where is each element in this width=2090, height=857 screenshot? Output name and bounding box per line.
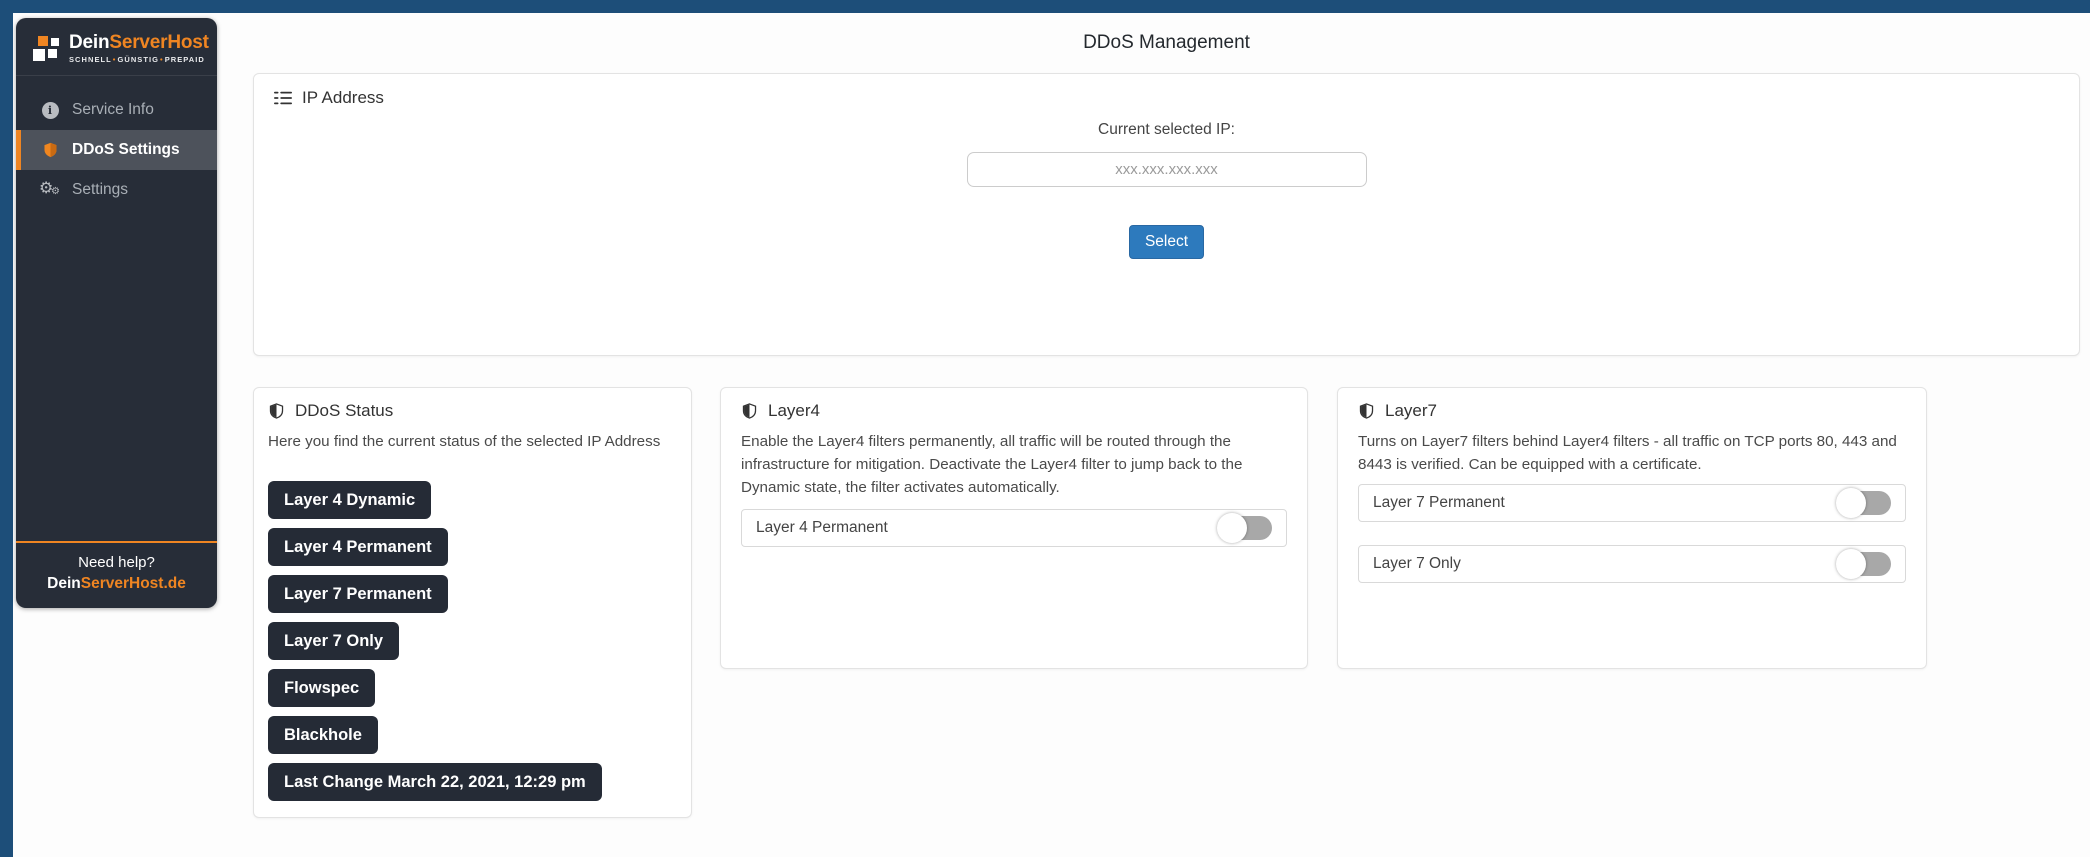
layer7-permanent-toggle[interactable]	[1839, 491, 1891, 515]
help-box: Need help? DeinServerHost.de	[16, 541, 217, 608]
layer4-permanent-row: Layer 4 Permanent	[741, 509, 1287, 547]
status-badge-layer7-permanent: Layer 7 Permanent	[268, 575, 448, 613]
toggle-knob	[1836, 488, 1866, 518]
status-badge-flowspec: Flowspec	[268, 669, 375, 707]
layer4-card-title: Layer4	[768, 401, 820, 421]
brand-name: DeinServerHost	[69, 32, 209, 53]
layer4-card: Layer4 Enable the Layer4 filters permane…	[720, 387, 1308, 669]
select-button[interactable]: Select	[1129, 225, 1204, 259]
list-icon	[274, 89, 292, 107]
sidebar-item-label: Settings	[72, 181, 128, 199]
status-badge-layer4-permanent: Layer 4 Permanent	[268, 528, 448, 566]
status-badge-layer7-only: Layer 7 Only	[268, 622, 399, 660]
sidebar-item-label: DDoS Settings	[72, 141, 180, 159]
layer4-card-header: Layer4	[741, 401, 1287, 421]
sidebar-item-settings[interactable]: ⚙⚙ Settings	[16, 170, 217, 210]
status-card-header: DDoS Status	[268, 401, 677, 421]
info-circle-icon: i	[39, 102, 61, 119]
gears-icon: ⚙⚙	[39, 180, 61, 200]
layer7-card: Layer7 Turns on Layer7 filters behind La…	[1337, 387, 1927, 669]
layer4-card-description: Enable the Layer4 filters permanently, a…	[741, 430, 1287, 499]
ip-card-body: Current selected IP: Select	[274, 108, 2059, 259]
sidebar-item-service-info[interactable]: i Service Info	[16, 90, 217, 130]
ip-address-input[interactable]	[967, 152, 1367, 187]
toggle-label: Layer 7 Only	[1373, 555, 1461, 573]
logo-squares-icon	[33, 36, 60, 62]
status-badge-list: Layer 4 Dynamic Layer 4 Permanent Layer …	[268, 481, 677, 801]
shield-half-icon	[741, 402, 758, 420]
toggle-label: Layer 4 Permanent	[756, 519, 888, 537]
shield-half-icon	[268, 402, 285, 420]
layer7-card-description: Turns on Layer7 filters behind Layer4 fi…	[1358, 430, 1906, 476]
layer7-permanent-row: Layer 7 Permanent	[1358, 484, 1906, 522]
ip-address-card: IP Address Current selected IP: Select	[253, 73, 2080, 356]
sidebar-menu: i Service Info DDoS Settings ⚙⚙ Settings	[16, 90, 217, 210]
logo-text: DeinServerHost SCHNELL•GÜNSTIG•PREPAID	[69, 33, 209, 64]
shield-icon	[39, 141, 61, 159]
help-brand-link[interactable]: DeinServerHost.de	[16, 575, 217, 593]
layer7-only-row: Layer 7 Only	[1358, 545, 1906, 583]
sidebar-item-ddos-settings[interactable]: DDoS Settings	[16, 130, 217, 170]
logo[interactable]: DeinServerHost SCHNELL•GÜNSTIG•PREPAID	[16, 18, 217, 76]
layer7-only-toggle[interactable]	[1839, 552, 1891, 576]
layer7-card-header: Layer7	[1358, 401, 1906, 421]
status-card-description: Here you find the current status of the …	[268, 430, 677, 453]
toggle-knob	[1836, 549, 1866, 579]
layer7-card-title: Layer7	[1385, 401, 1437, 421]
page-title: DDoS Management	[253, 32, 2080, 54]
status-badge-blackhole: Blackhole	[268, 716, 378, 754]
status-badge-last-change: Last Change March 22, 2021, 12:29 pm	[268, 763, 602, 801]
toggle-knob	[1217, 513, 1247, 543]
shield-half-icon	[1358, 402, 1375, 420]
ddos-status-card: DDoS Status Here you find the current st…	[253, 387, 692, 818]
top-accent-bar	[0, 0, 2090, 13]
ip-card-title: IP Address	[302, 88, 384, 108]
status-badge-layer4-dynamic: Layer 4 Dynamic	[268, 481, 431, 519]
layer4-permanent-toggle[interactable]	[1220, 516, 1272, 540]
help-question: Need help?	[16, 554, 217, 571]
brand-tagline: SCHNELL•GÜNSTIG•PREPAID	[69, 55, 209, 64]
status-card-title: DDoS Status	[295, 401, 393, 421]
current-ip-label: Current selected IP:	[1098, 121, 1235, 139]
ip-card-header: IP Address	[274, 88, 2059, 108]
left-accent-bar	[0, 0, 13, 857]
sidebar-item-label: Service Info	[72, 101, 154, 119]
sidebar: DeinServerHost SCHNELL•GÜNSTIG•PREPAID i…	[16, 18, 217, 608]
toggle-label: Layer 7 Permanent	[1373, 494, 1505, 512]
